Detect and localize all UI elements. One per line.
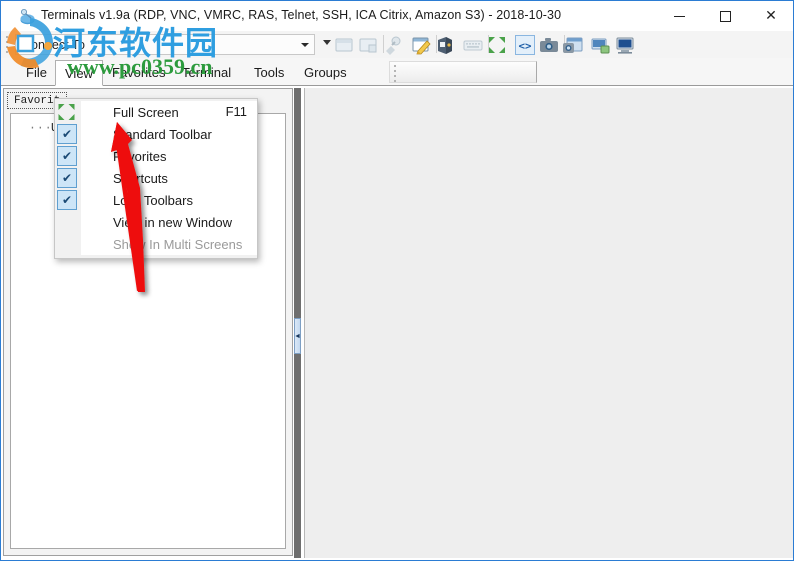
credentials-icon[interactable] [435,35,455,55]
view-dropdown-menu: Full Screen F11 ✔ Standard Toolbar ✔ Fav… [54,98,258,259]
chevron-down-icon[interactable] [301,43,309,47]
connect-to-value: Connect To [22,38,86,52]
network-tools-icon[interactable] [591,35,611,55]
checkmark-icon: ✔ [57,190,77,210]
connect-plug-icon[interactable] [382,35,402,55]
duplicate-terminal-icon[interactable] [358,35,378,55]
menu-option-label: Full Screen [113,104,179,120]
terminals-app-icon [19,8,36,25]
fullscreen-icon [56,102,77,122]
panel-collapse-button[interactable]: ◄ [294,318,301,354]
capture-screen-icon[interactable] [539,35,559,55]
close-button[interactable]: ✕ [748,1,793,31]
close-icon: ✕ [765,8,777,24]
menu-option-view-in-new-window[interactable]: View in new Window [81,211,257,233]
menu-option-lock-toolbars[interactable]: ✔ Lock Toolbars [57,189,257,211]
checkmark-icon: ✔ [57,124,77,144]
menu-item-groups[interactable]: Groups [295,60,356,84]
full-screen-icon[interactable] [487,35,507,55]
toolstrip-grip[interactable] [394,65,397,82]
toolbar-overflow-caret[interactable] [323,40,331,45]
menu-item-view[interactable]: View [55,60,103,86]
maximize-button[interactable] [702,1,748,31]
menu-option-standard-toolbar[interactable]: ✔ Standard Toolbar [57,123,257,145]
menu-option-favorites[interactable]: ✔ Favorites [57,145,257,167]
menu-option-shortcut: F11 [225,104,247,119]
edit-favorite-icon[interactable] [411,35,431,55]
menu-option-label: Show In Multi Screens [113,236,243,252]
menu-option-label: Lock Toolbars [113,192,193,208]
computer-manage-icon[interactable] [615,35,635,55]
connect-to-combobox[interactable]: Connect To [15,34,315,55]
main-content-area [304,88,793,558]
menu-option-show-in-multi-screens: Show In Multi Screens [81,233,257,255]
standard-toolbar: Connect To <> [1,31,793,58]
menu-item-tools[interactable]: Tools [245,60,293,84]
svg-text:<>: <> [519,40,532,53]
empty-toolstrip[interactable] [389,61,537,83]
checkmark-icon: ✔ [57,146,77,166]
panel-splitter[interactable]: ◄ [294,88,301,558]
menu-option-full-screen[interactable]: Full Screen F11 [58,101,257,123]
checkmark-icon: ✔ [57,168,77,188]
menu-item-terminal[interactable]: Terminal [173,60,240,84]
toolbar-grip[interactable] [6,36,9,53]
menu-option-label: Standard Toolbar [113,126,212,142]
minimize-icon [673,15,685,17]
menu-option-label: Shortcuts [113,170,168,186]
menu-option-label: Favorites [113,148,167,164]
menu-option-label: View in new Window [113,214,232,230]
minimize-button[interactable] [656,1,702,31]
keyboard-icon[interactable] [463,35,483,55]
window-title: Terminals v1.9a (RDP, VNC, VMRC, RAS, Te… [41,8,562,22]
tree-branch-dash: ···· [29,122,61,135]
new-terminal-icon[interactable] [334,35,354,55]
menu-bar: File View Favorites Terminal Tools Group… [1,58,793,86]
code-view-icon[interactable]: <> [515,35,535,55]
menu-item-file[interactable]: File [17,60,56,84]
capture-manager-icon[interactable] [563,35,583,55]
maximize-icon [719,10,731,22]
application-window: Terminals v1.9a (RDP, VNC, VMRC, RAS, Te… [0,0,794,561]
menu-option-shortcuts[interactable]: ✔ Shortcuts [57,167,257,189]
menu-item-favorites[interactable]: Favorites [103,60,174,84]
title-bar: Terminals v1.9a (RDP, VNC, VMRC, RAS, Te… [1,0,793,31]
